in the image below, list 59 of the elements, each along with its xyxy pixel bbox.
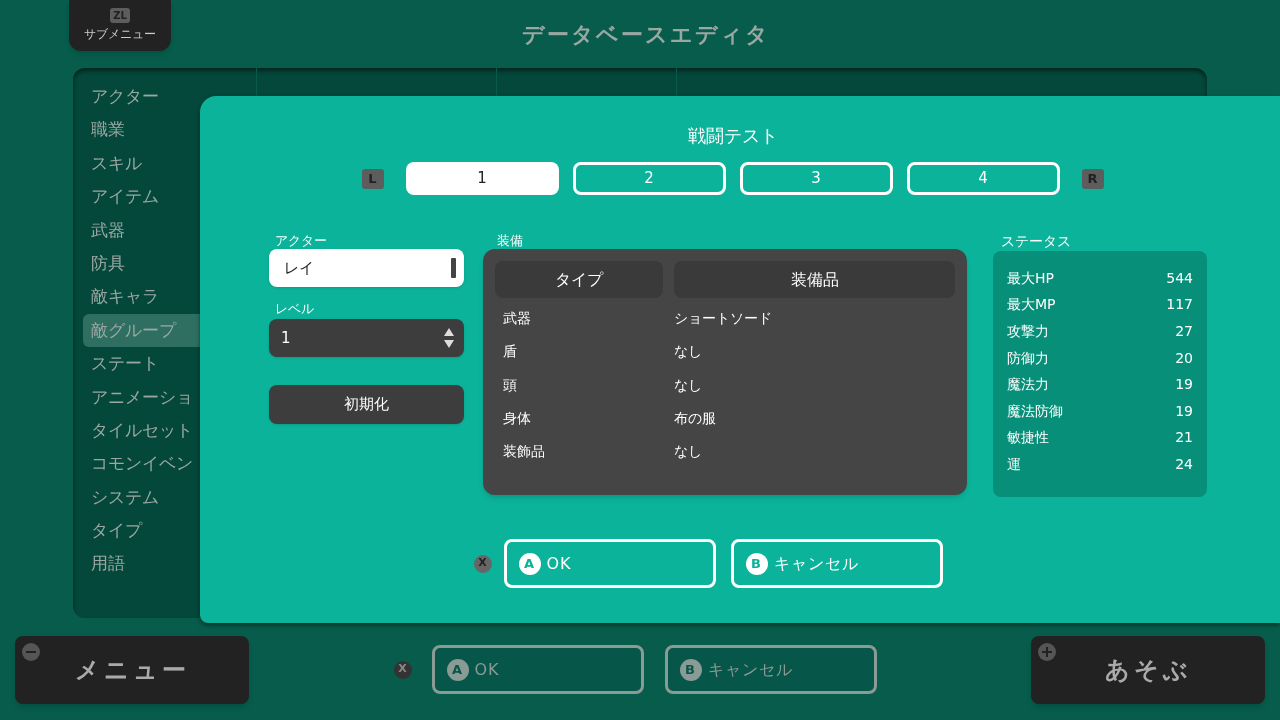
stat-name: 最大HP: [1007, 268, 1054, 288]
play-button[interactable]: あそぶ: [1031, 636, 1265, 704]
dropdown-handle-icon: [451, 258, 456, 278]
actor-field[interactable]: レイ: [269, 249, 464, 287]
x-key-icon: X: [473, 554, 492, 573]
table-cell-text: 身体: [502, 409, 532, 429]
x-key-icon: X: [393, 660, 412, 679]
table-cell-text: なし: [674, 442, 703, 462]
column-header: タイプ: [495, 261, 663, 298]
page-tab[interactable]: 3: [739, 162, 893, 195]
minus-icon: [22, 643, 40, 661]
dialog-title: 戦闘テスト: [688, 124, 778, 148]
stat-name: 攻撃力: [1007, 322, 1049, 341]
plus-icon: [1038, 643, 1056, 661]
stat-name: 魔法力: [1007, 375, 1049, 395]
submenu-button[interactable]: ZL サブメニュー: [69, 0, 171, 51]
table-cell-text: 頭: [502, 375, 518, 395]
screen-title: データベースエディタ: [520, 21, 770, 49]
stat-value: 19: [1175, 375, 1193, 395]
table-cell-text: 武器: [502, 309, 532, 329]
stat-value: 24: [1175, 454, 1193, 474]
stat-name: 魔法防御: [1007, 401, 1063, 421]
table-cell-text: なし: [674, 375, 703, 395]
stat-name: 最大MP: [1007, 295, 1056, 315]
zl-key-icon: ZL: [110, 8, 130, 23]
column-header: 装備品: [674, 261, 955, 298]
stat-name: 防御力: [1007, 348, 1049, 368]
page-tab[interactable]: 1: [405, 162, 559, 195]
stat-value: 20: [1175, 348, 1193, 368]
table-cell-text: ショートソード: [674, 309, 773, 329]
field-label: レベル: [274, 300, 315, 318]
field-label: アクター: [274, 232, 328, 249]
table-cell-text: 布の服: [674, 409, 717, 429]
key-icon: A: [518, 552, 541, 575]
section-label: 装備: [496, 232, 524, 249]
menu-button[interactable]: メニュー: [15, 636, 249, 704]
key-icon: B: [745, 552, 768, 575]
table-cell-text: 装飾品: [502, 442, 546, 462]
dialog-button[interactable]: B キャンセル: [730, 539, 943, 588]
stat-value: 544: [1166, 268, 1193, 288]
stat-value: 21: [1175, 428, 1193, 448]
stat-value: 27: [1175, 322, 1193, 341]
reset-button[interactable]: 初期化: [269, 385, 464, 424]
stat-name: 運: [1007, 454, 1021, 474]
stat-value: 19: [1175, 401, 1193, 421]
dialog-button[interactable]: A OK: [503, 539, 716, 588]
level-field[interactable]: 1: [269, 319, 464, 357]
spinner-arrows-icon: [444, 327, 454, 349]
page-tab[interactable]: 4: [906, 162, 1060, 195]
key-icon: A: [446, 658, 469, 681]
l-key-icon: L: [361, 168, 384, 189]
stat-name: 敏捷性: [1007, 428, 1049, 448]
key-icon: B: [679, 658, 702, 681]
stat-value: 117: [1166, 295, 1193, 315]
table-cell-text: 盾: [502, 342, 518, 362]
page-tab[interactable]: 2: [572, 162, 726, 195]
r-key-icon: R: [1081, 168, 1104, 189]
section-label: ステータス: [1000, 232, 1072, 251]
table-cell-text: なし: [674, 342, 703, 362]
